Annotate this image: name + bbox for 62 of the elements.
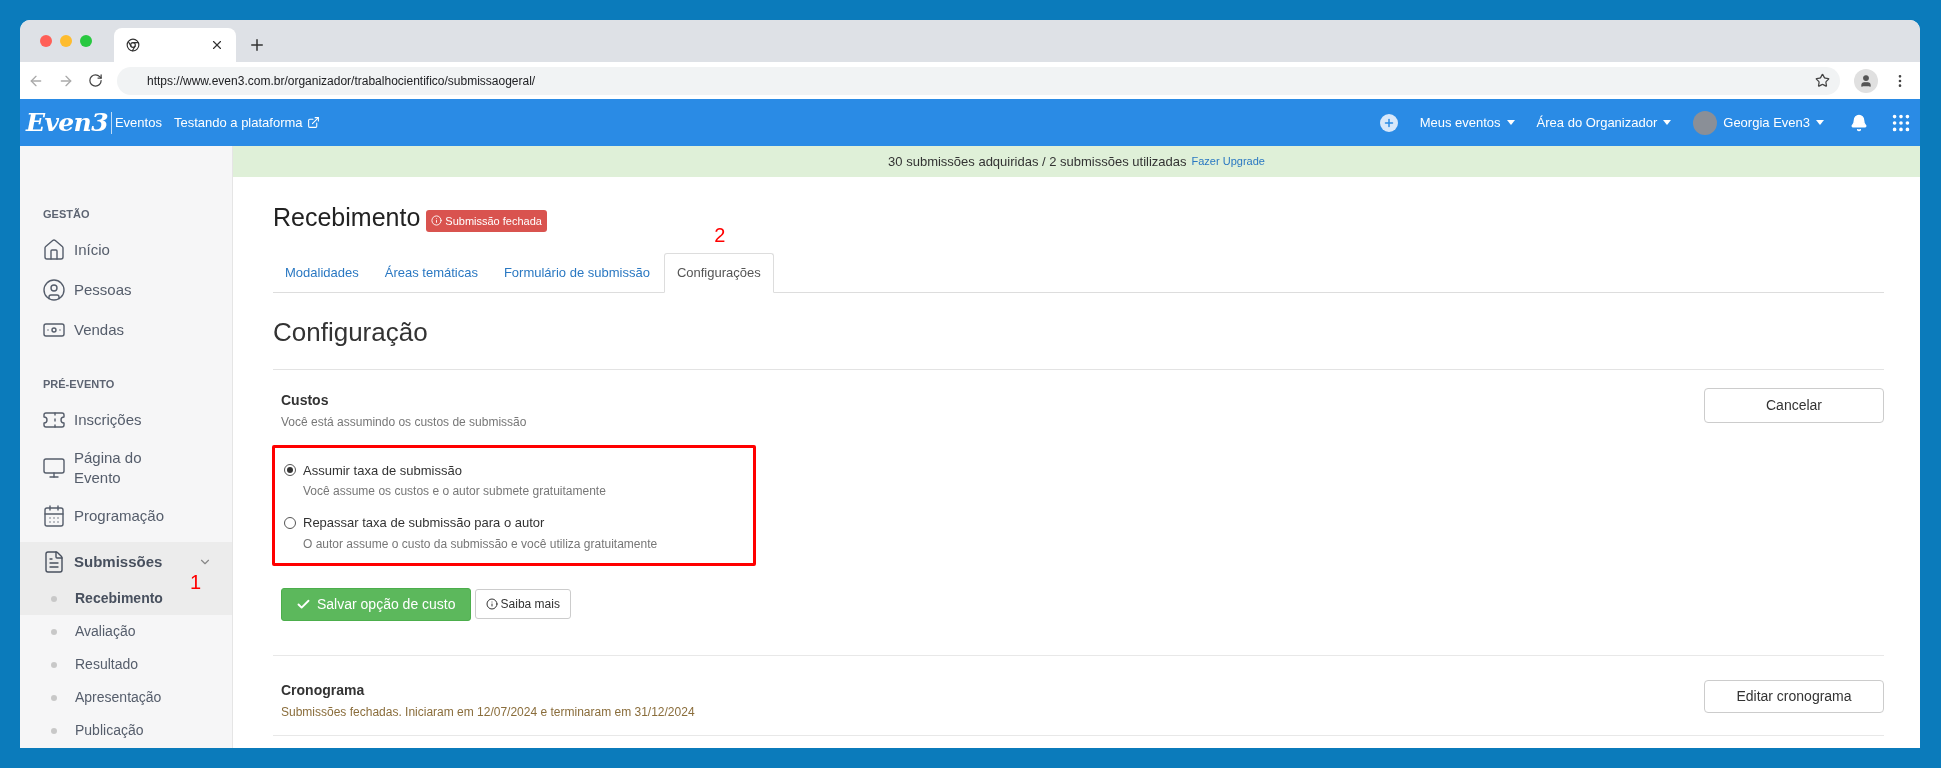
info-icon: [485, 598, 498, 610]
section-title: Configuração: [273, 315, 429, 349]
sidebar-item[interactable]: Página do Evento: [20, 440, 232, 496]
option-description: Você assume os custos e o autor submete gratuitamente: [303, 483, 607, 500]
calendar-icon: [42, 504, 66, 528]
option-label: Assumir taxa de submissão: [303, 461, 462, 480]
edit-schedule-button[interactable]: Editar cronograma: [1704, 679, 1884, 713]
costs-title: Custos: [281, 390, 330, 410]
annotation-number: 2: [714, 224, 726, 245]
upgrade-link[interactable]: Fazer Upgrade: [1191, 153, 1265, 170]
sidebar-item[interactable]: Inscrições: [20, 400, 232, 440]
sidebar-subitem[interactable]: Apresentação: [20, 681, 232, 714]
sidebar-heading: PRÉ-EVENTO: [42, 376, 116, 392]
close-window-icon[interactable]: [40, 35, 52, 47]
add-icon[interactable]: [1379, 113, 1398, 132]
address-bar[interactable]: https://www.even3.com.br/organizador/trabalhocientifico/submissaogeral/: [117, 66, 1840, 95]
sidebar-item[interactable]: Início: [20, 230, 232, 270]
user-menu[interactable]: Georgia Even3: [1723, 112, 1824, 133]
status-badge: Submissão fechada: [426, 209, 547, 232]
info-button[interactable]: Saiba mais: [474, 589, 571, 619]
tab[interactable]: Configurações: [663, 252, 774, 293]
reload-icon[interactable]: [88, 73, 103, 88]
document-icon: [42, 550, 66, 574]
cancel-button[interactable]: Cancelar: [1704, 387, 1884, 423]
caret-icon: [1663, 120, 1672, 125]
nav-menu[interactable]: Área do Organizador: [1536, 112, 1672, 133]
event-link[interactable]: Testando a plataforma: [173, 112, 320, 133]
browser-logo-icon: [126, 38, 140, 52]
sidebar-item[interactable]: Programação: [20, 496, 232, 536]
logo[interactable]: Even3: [26, 103, 108, 142]
page-title: Recebimento: [273, 202, 421, 233]
close-icon[interactable]: [210, 38, 224, 52]
avatar: [1693, 110, 1718, 135]
monitor-icon: [42, 456, 66, 480]
url-text: https://www.even3.com.br/organizador/trabalhocientifico/submissaogeral/: [147, 72, 537, 90]
banner-text: 30 submissões adquiridas / 2 submissões utilizadas: [888, 152, 1187, 171]
notifications-icon[interactable]: [1850, 113, 1868, 132]
option-description: O autor assume o custo da submissão e você utiliza gratuitamente: [303, 535, 659, 553]
sidebar-item[interactable]: Vendas: [20, 310, 232, 350]
info-icon: [431, 215, 443, 227]
profile-icon[interactable]: [1854, 68, 1878, 93]
caret-icon: [1506, 120, 1515, 125]
nav-section-label[interactable]: Eventos: [114, 112, 162, 133]
sidebar-item[interactable]: Pessoas: [20, 270, 232, 310]
person-circle-icon: [42, 278, 66, 302]
sidebar-heading: GESTÃO: [42, 206, 91, 222]
option-label: Repassar taxa de submissão para o autor: [303, 514, 545, 532]
sidebar-subitem[interactable]: Resultado: [20, 648, 232, 681]
sidebar-subitem[interactable]: Publicação: [20, 714, 232, 747]
caret-icon: [1816, 120, 1824, 125]
tab[interactable]: Áreas temáticas: [372, 253, 490, 292]
costs-subtitle: Você está assumindo os custos de submissão: [281, 413, 528, 431]
tab[interactable]: Modalidades: [273, 253, 371, 292]
house-icon: [42, 238, 66, 262]
schedule-title: Cronograma: [281, 680, 366, 700]
sidebar-subitem[interactable]: Avaliação: [20, 615, 232, 648]
external-link-icon: [306, 116, 320, 129]
schedule-text: Submissões fechadas. Iniciaram em 12/07/2024 e terminaram em 31/12/2024: [281, 703, 696, 721]
tab[interactable]: Formulário de submissão: [491, 253, 662, 292]
nav-menu[interactable]: Meus eventos: [1419, 112, 1515, 133]
new-tab-icon[interactable]: [248, 36, 266, 54]
bookmark-star-icon[interactable]: [1815, 73, 1830, 88]
